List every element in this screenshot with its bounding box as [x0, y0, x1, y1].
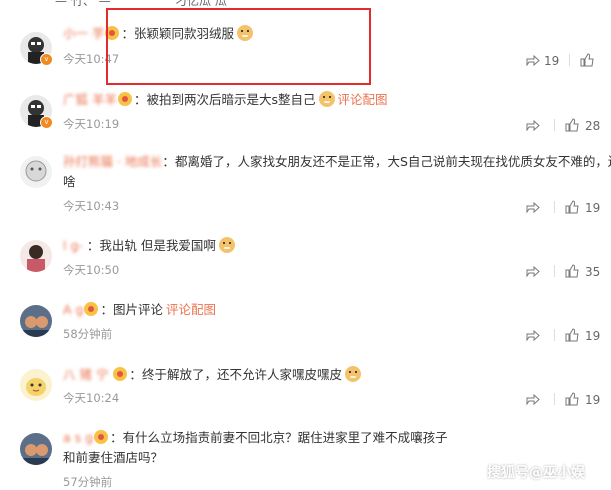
- fan-medal-icon: [84, 302, 99, 316]
- username[interactable]: A g: [63, 302, 83, 317]
- comment-time: 57分钟前: [63, 475, 113, 489]
- fan-medal-icon: [113, 367, 128, 381]
- comment-time: 今天10:50: [63, 263, 120, 277]
- avatar[interactable]: [20, 433, 52, 465]
- comment-text: 我出轨 但是我爱国啊: [99, 238, 216, 253]
- like-icon[interactable]: [565, 328, 579, 345]
- avatar-image: [20, 305, 52, 337]
- avatar[interactable]: [20, 305, 52, 337]
- comment-text: 有什么立场指责前妻不回北京？踞住进家里了难不成嚷孩子: [122, 430, 448, 445]
- source-watermark: 搜狐号@巫小娱: [487, 465, 585, 481]
- avatar-image: [20, 433, 52, 465]
- comment-text-continued: 和前妻住酒店吗？: [63, 450, 164, 465]
- username[interactable]: 小一 芋: [63, 26, 104, 41]
- comment-time: 58分钟前: [63, 327, 113, 341]
- avatar[interactable]: [20, 156, 52, 188]
- share-count: 19: [544, 54, 560, 68]
- top-partial-text: — 竹、 — 刁亿瓜 瓜: [55, 0, 227, 8]
- like-count: 28: [585, 119, 601, 133]
- username[interactable]: a s g: [63, 430, 93, 445]
- like-count: 19: [585, 201, 601, 215]
- share-icon[interactable]: [526, 329, 540, 341]
- comment-time: 今天10:24: [63, 391, 120, 405]
- like-icon[interactable]: [565, 392, 579, 409]
- comment-picture-link[interactable]: 评论配图: [166, 302, 216, 317]
- comment-actions: 35: [526, 264, 600, 281]
- avatar-image: [20, 156, 52, 188]
- comment-line: 孙打熊猫 · 地成长：都离婚了，人家找女朋友还不是正常，大S自己说前夫现在找优质…: [63, 152, 611, 172]
- comment-picture-link[interactable]: 评论配图: [338, 92, 388, 107]
- comment-line-2: 啥: [63, 172, 76, 192]
- comment-text: 终于解放了，还不允许人家嘿皮嘿皮: [141, 367, 342, 382]
- comment-line: l g- ：我出轨 但是我爱国啊: [63, 236, 235, 256]
- fan-medal-icon: [117, 92, 132, 106]
- username[interactable]: l g-: [63, 238, 87, 253]
- doge-emoji-icon: [344, 366, 361, 382]
- comment-text: 都离婚了，人家找女朋友还不是正常，大S自己说前夫现在找优质女友不难的，还B: [174, 154, 611, 169]
- comment-text-continued: 啥: [63, 174, 76, 189]
- like-icon[interactable]: [565, 200, 579, 217]
- comment-actions: 28: [526, 118, 600, 135]
- comment-line: 八 猪 宁 ：终于解放了，还不允许人家嘿皮嘿皮: [63, 365, 361, 385]
- fan-medal-icon: [94, 430, 109, 444]
- doge-emoji-icon: [318, 91, 335, 107]
- like-count: 19: [585, 329, 601, 343]
- comment-line-2: 和前妻住酒店吗？: [63, 448, 163, 468]
- like-icon[interactable]: [565, 118, 579, 135]
- avatar[interactable]: [20, 369, 52, 401]
- username[interactable]: 广狐 羊羊: [63, 92, 117, 107]
- comment-text: 图片评论: [112, 302, 163, 317]
- username[interactable]: 孙打熊猫 · 地成长: [63, 154, 162, 169]
- like-count: 35: [585, 265, 601, 279]
- avatar[interactable]: [20, 240, 52, 272]
- share-icon[interactable]: [526, 54, 540, 66]
- comment-text: 被拍到两次后暗示是大s整自己: [146, 92, 316, 107]
- avatar-image: [20, 240, 52, 272]
- comment-actions: 19: [526, 392, 600, 409]
- doge-emoji-icon: [218, 237, 235, 253]
- comment-time: 今天10:43: [63, 199, 120, 213]
- avatar-image: [20, 369, 52, 401]
- comment-actions: 19: [526, 53, 600, 70]
- comment-line: A g ：图片评论 评论配图: [63, 302, 217, 317]
- share-icon[interactable]: [526, 265, 540, 277]
- username[interactable]: 八 猪 宁: [63, 367, 112, 382]
- comment-time: 今天10:19: [63, 117, 120, 131]
- comment-actions: 19: [526, 328, 600, 345]
- comment-line: 广狐 羊羊 ：被拍到两次后暗示是大s整自己 评论配图: [63, 91, 388, 107]
- comment-actions: 19: [526, 200, 600, 217]
- share-icon[interactable]: [526, 119, 540, 131]
- verified-badge-icon: v: [40, 116, 53, 129]
- share-icon[interactable]: [526, 201, 540, 213]
- verified-badge-icon: v: [40, 53, 53, 66]
- like-icon[interactable]: [580, 53, 594, 70]
- comment-line: a s g ：有什么立场指责前妻不回北京？踞住进家里了难不成嚷孩子: [63, 430, 448, 445]
- like-icon[interactable]: [565, 264, 579, 281]
- like-count: 19: [585, 393, 601, 407]
- share-icon[interactable]: [526, 393, 540, 405]
- highlight-box: [106, 8, 371, 85]
